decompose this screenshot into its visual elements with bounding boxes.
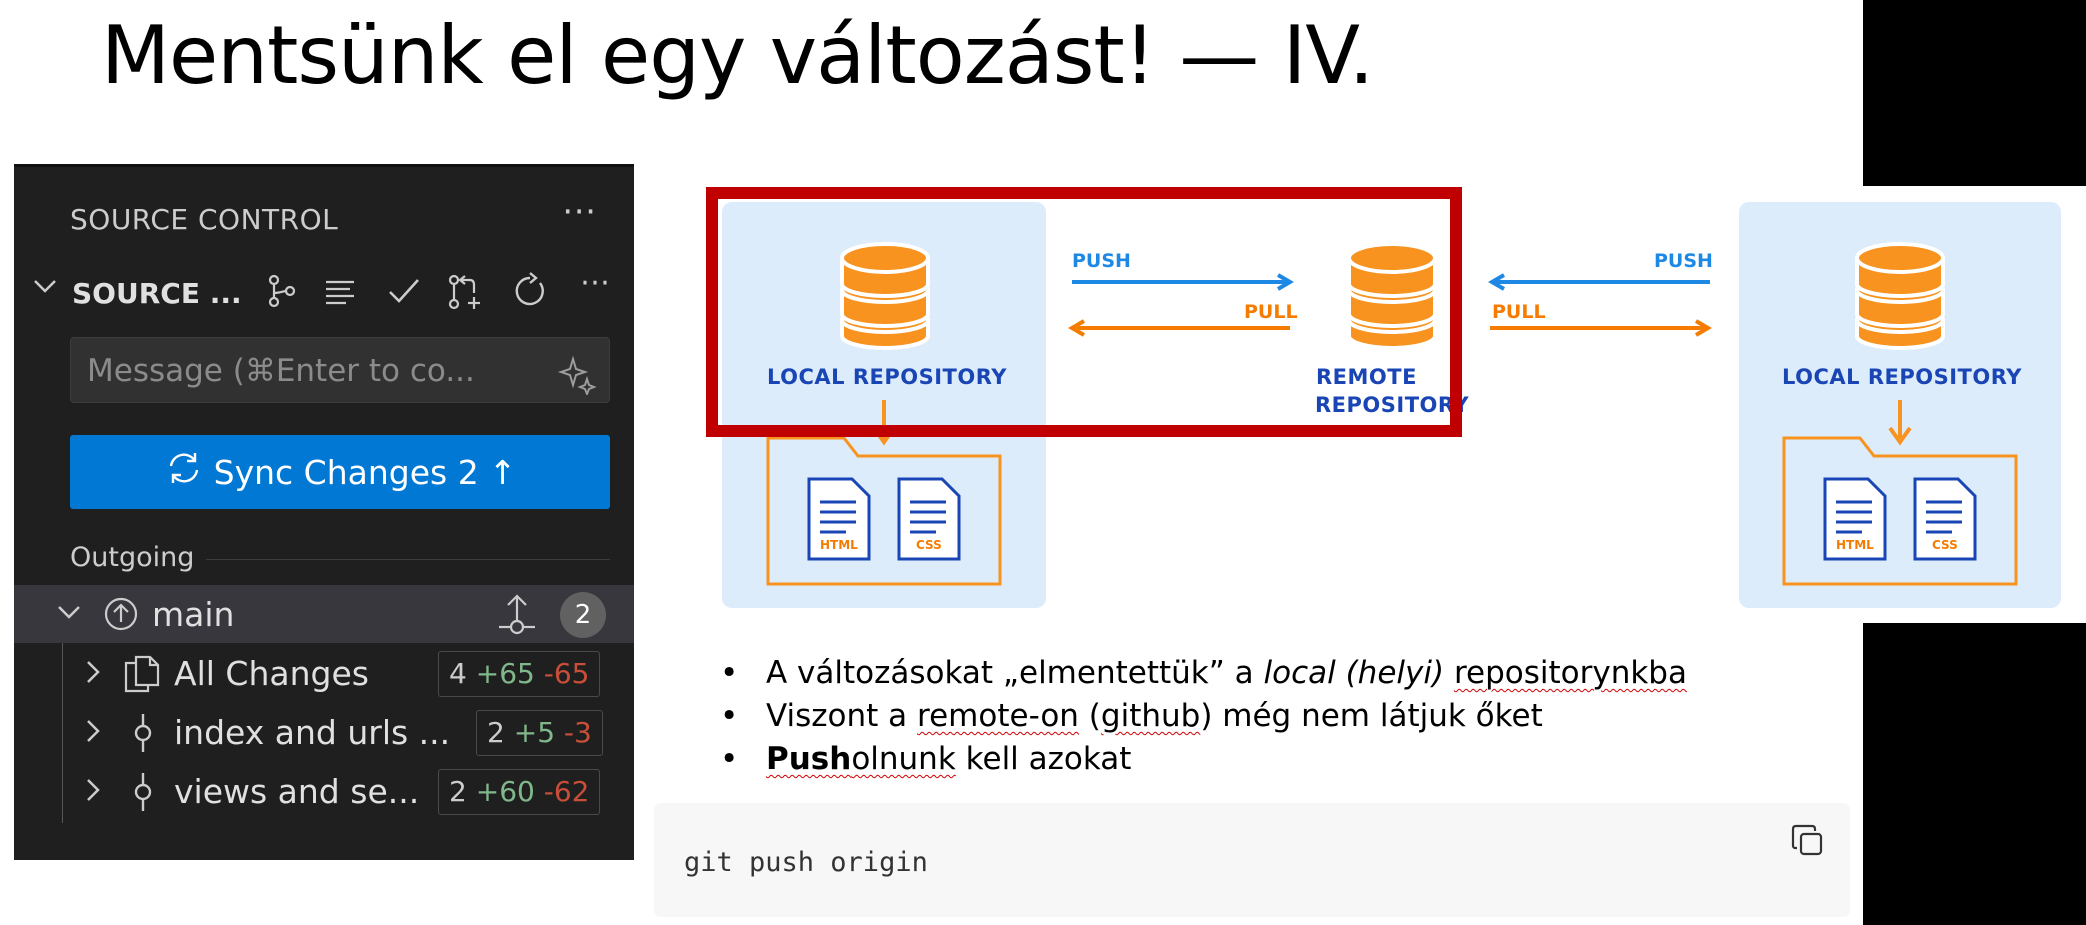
bullet-text: ) még nem látjuk őket xyxy=(1200,698,1543,734)
bullet-text: A változásokat „elmentettük” a xyxy=(766,655,1264,691)
chevron-right-icon[interactable] xyxy=(78,775,108,813)
branch-name: main xyxy=(152,595,235,634)
branch-graph-icon[interactable] xyxy=(262,271,302,311)
section-more-icon[interactable]: ⋯ xyxy=(580,268,612,298)
commit-check-icon[interactable] xyxy=(384,271,424,311)
outgoing-arrow-icon xyxy=(102,595,140,637)
deletions: -62 xyxy=(543,775,590,808)
chevron-right-icon[interactable] xyxy=(78,716,108,754)
deletions: -65 xyxy=(543,657,590,690)
additions: +5 xyxy=(513,716,556,749)
bullet-underlined-text: github xyxy=(1100,698,1201,734)
file-count: 2 xyxy=(449,775,467,808)
bullet-bold-text: Push xyxy=(766,741,852,777)
push-branch-icon[interactable] xyxy=(496,591,538,641)
outgoing-divider xyxy=(206,559,610,560)
sync-icon xyxy=(164,448,204,496)
pull-arrow-right xyxy=(1490,319,1712,337)
html-file-label: HTML xyxy=(1836,538,1874,552)
push-label-right: PUSH xyxy=(1654,250,1713,272)
bullet-item-3: Pusholnunk kell azokat xyxy=(720,738,1687,781)
push-arrow-left xyxy=(1488,273,1710,291)
commit-message-placeholder: Message (⌘Enter to co... xyxy=(87,353,475,389)
branch-row-main[interactable]: main 2 xyxy=(14,585,634,643)
outgoing-section-label: Outgoing xyxy=(70,542,195,573)
change-stats: 4 +65 -65 xyxy=(438,651,601,697)
repository-section-header[interactable]: SOURCE ... ⋯ xyxy=(14,267,634,319)
html-file-label: HTML xyxy=(820,538,858,552)
database-icon xyxy=(1855,242,1945,350)
change-row-commit[interactable]: index and urls ... 2 +5 -3 xyxy=(14,704,634,762)
source-control-panel: SOURCE CONTROL ⋯ SOURCE ... ⋯ Message (⌘… xyxy=(14,164,634,860)
arrow-up-icon: ↑ xyxy=(488,452,517,492)
bullet-underlined-text: remote-on xyxy=(917,698,1079,734)
panel-more-actions-icon[interactable]: ⋯ xyxy=(562,194,598,228)
bullet-item-1: A változásokat „elmentettük” a local (he… xyxy=(720,652,1687,695)
chevron-down-icon[interactable] xyxy=(30,271,60,309)
additions: +65 xyxy=(475,657,535,690)
folder-icon xyxy=(1782,400,2018,586)
page-title: Mentsünk el egy változást! — IV. xyxy=(101,9,1374,102)
chevron-right-icon[interactable] xyxy=(78,657,108,695)
highlight-box xyxy=(706,187,1462,437)
change-stats: 2 +5 -3 xyxy=(476,710,603,756)
change-stats: 2 +60 -62 xyxy=(438,769,601,815)
commit-icon xyxy=(128,771,158,817)
list-icon[interactable] xyxy=(320,271,360,311)
bullet-item-2: Viszont a remote-on (github) még nem lát… xyxy=(720,695,1687,738)
bullet-text xyxy=(1444,655,1454,691)
change-label: All Changes xyxy=(174,654,369,693)
bullet-underlined-text: olnunk xyxy=(851,741,956,777)
bullet-underlined-text: repositorynkba xyxy=(1453,655,1687,691)
sparkle-icon[interactable] xyxy=(557,352,597,397)
change-label: views and se... xyxy=(174,772,420,811)
bullet-text: kell azokat xyxy=(955,741,1132,777)
code-text[interactable]: git push origin xyxy=(684,847,928,878)
css-file-label: CSS xyxy=(916,538,942,552)
additions: +60 xyxy=(475,775,535,808)
panel-header-title: SOURCE CONTROL xyxy=(70,203,339,236)
outgoing-count-badge: 2 xyxy=(560,592,606,638)
change-label: index and urls ... xyxy=(174,713,451,752)
bullet-text: ( xyxy=(1078,698,1101,734)
commit-message-input[interactable]: Message (⌘Enter to co... xyxy=(70,337,610,403)
change-row-all-changes[interactable]: All Changes 4 +65 -65 xyxy=(14,645,634,703)
bullet-text: Viszont a xyxy=(766,698,918,734)
files-icon xyxy=(122,653,162,699)
css-file-label: CSS xyxy=(1932,538,1958,552)
sync-changes-button[interactable]: Sync Changes 2 ↑ xyxy=(70,435,610,509)
sync-changes-label: Sync Changes 2 xyxy=(213,452,479,492)
refresh-icon[interactable] xyxy=(510,271,550,311)
deletions: -3 xyxy=(563,716,592,749)
bullet-italic-text: local (helyi) xyxy=(1263,655,1445,691)
copy-icon[interactable] xyxy=(1790,823,1826,859)
bullet-list: A változásokat „elmentettük” a local (he… xyxy=(720,652,1687,781)
chevron-down-icon[interactable] xyxy=(54,597,84,635)
file-count: 4 xyxy=(449,657,467,690)
local-repo-label-right: LOCAL REPOSITORY xyxy=(1782,365,2022,389)
file-count: 2 xyxy=(487,716,505,749)
commit-icon xyxy=(128,712,158,758)
code-block: git push origin xyxy=(654,803,1850,917)
repository-section-label: SOURCE ... xyxy=(72,277,242,310)
pull-request-icon[interactable] xyxy=(444,271,484,311)
change-row-commit[interactable]: views and se... 2 +60 -62 xyxy=(14,763,634,821)
